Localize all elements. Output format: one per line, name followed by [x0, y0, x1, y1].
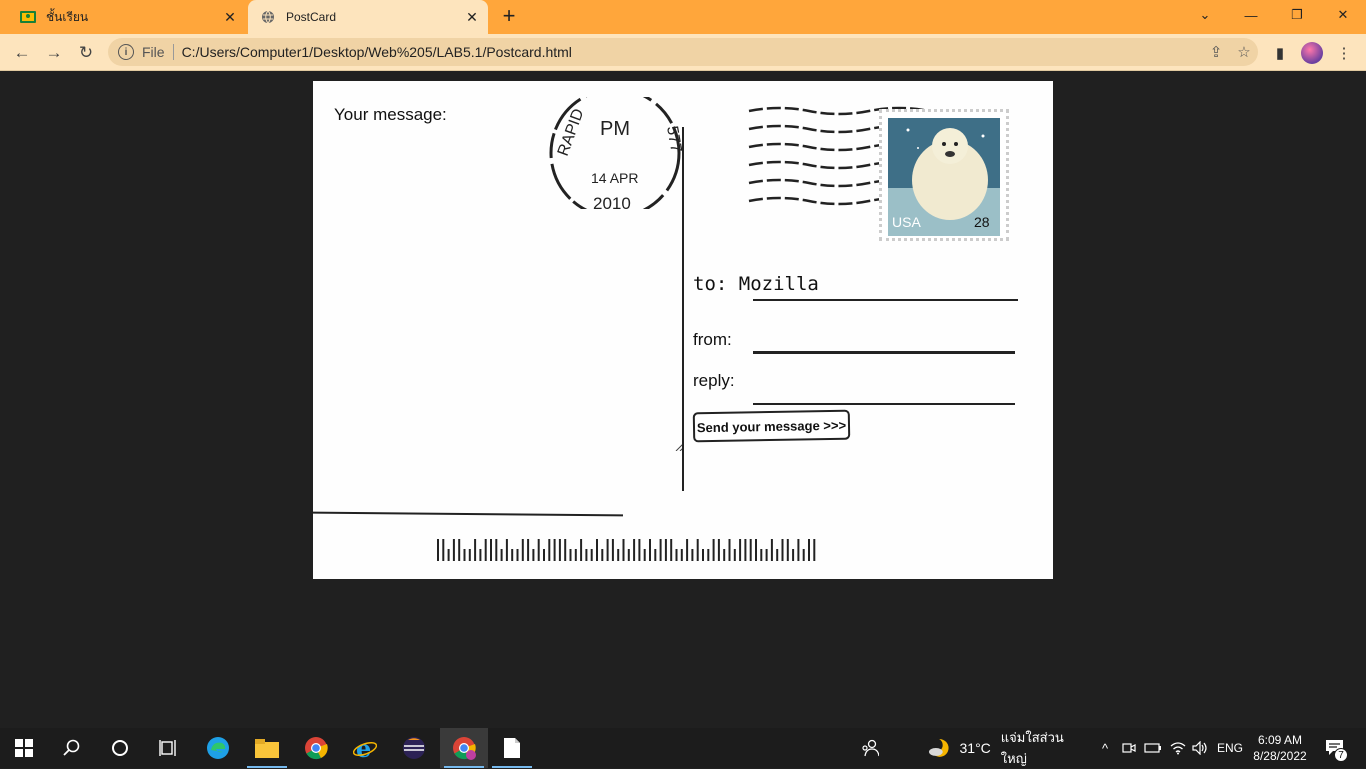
reply-input-line[interactable] — [753, 403, 1015, 405]
folder-icon — [255, 739, 279, 758]
notification-center-button[interactable]: 7 — [1320, 728, 1350, 768]
avatar — [1301, 42, 1323, 64]
barcode-icon — [437, 539, 816, 561]
search-icon — [63, 739, 80, 756]
postcard-divider — [682, 127, 684, 491]
edge-app[interactable] — [194, 728, 242, 768]
to-input-line[interactable] — [753, 299, 1018, 301]
classroom-icon — [20, 9, 36, 25]
start-button[interactable] — [0, 728, 48, 768]
restore-button[interactable]: ❐ — [1274, 0, 1320, 30]
tab-search-icon[interactable]: ⌄ — [1182, 0, 1228, 30]
close-icon[interactable]: ✕ — [462, 7, 482, 27]
stamp-value: 28 — [974, 214, 990, 230]
new-tab-button[interactable]: + — [498, 5, 520, 28]
reload-button[interactable]: ↻ — [72, 39, 100, 67]
browser-toolbar: ← → ↻ i File C:/Users/Computer1/Desktop/… — [0, 34, 1366, 71]
to-field-label: to: Mozilla — [693, 273, 819, 295]
task-view-icon — [159, 740, 176, 756]
message-label: Your message: — [334, 105, 447, 124]
globe-icon — [260, 9, 276, 25]
taskbar: e 31°C แจ่มใสส่วนใหญ่ ^ ENG 6:09 AM 8/28… — [0, 728, 1366, 768]
share-icon[interactable]: ⇪ — [1202, 43, 1230, 61]
address-bar[interactable]: i File C:/Users/Computer1/Desktop/Web%20… — [108, 38, 1258, 66]
internet-explorer-app[interactable]: e — [341, 728, 389, 768]
reply-field-label: reply: — [693, 371, 735, 390]
edge-icon — [207, 737, 229, 759]
internet-explorer-icon: e — [353, 736, 377, 760]
chevron-up-icon[interactable]: ^ — [1096, 728, 1114, 768]
minimize-button[interactable]: — — [1228, 0, 1274, 30]
chrome-icon — [305, 737, 328, 760]
bookmark-star-icon[interactable]: ☆ — [1230, 43, 1258, 61]
tab-classroom[interactable]: ชั้นเรียน ✕ — [8, 0, 246, 34]
cortana-button[interactable] — [96, 728, 144, 768]
back-button[interactable]: ← — [8, 39, 36, 67]
eclipse-app[interactable] — [390, 728, 438, 768]
close-icon[interactable]: ✕ — [220, 7, 240, 27]
separator — [172, 44, 174, 60]
page-viewport: RAPID PM 14 APR 2010 577 USA 28 Your mes… — [0, 71, 1366, 728]
weather-desc: แจ่มใสส่วนใหญ่ — [1000, 730, 1064, 766]
weather-temp: 31°C — [959, 740, 991, 756]
clock-time: 6:09 AM — [1257, 733, 1303, 747]
send-message-button[interactable]: Send your message >>> — [692, 409, 851, 443]
wifi-icon[interactable] — [1168, 728, 1188, 768]
weather-widget[interactable]: 31°C แจ่มใสส่วนใหญ่ — [928, 728, 1088, 768]
info-icon[interactable]: i — [118, 44, 134, 60]
svg-text:e: e — [356, 736, 371, 760]
side-panel-icon[interactable]: ▮ — [1266, 39, 1294, 67]
tab-title: PostCard — [286, 10, 337, 24]
battery-icon[interactable] — [1143, 728, 1163, 768]
forward-button[interactable]: → — [40, 39, 68, 67]
people-icon[interactable] — [856, 728, 884, 768]
notification-count-badge: 7 — [1334, 748, 1348, 762]
security-label: File — [142, 44, 165, 60]
clock[interactable]: 6:09 AM 8/28/2022 — [1250, 728, 1310, 768]
stamp-country: USA — [892, 214, 921, 230]
document-icon — [504, 738, 520, 758]
chrome-icon — [453, 737, 476, 760]
postcard: RAPID PM 14 APR 2010 577 USA 28 Your mes… — [313, 81, 1053, 579]
file-explorer-app[interactable] — [243, 728, 291, 768]
windows-icon — [15, 739, 33, 757]
chrome-profile-app[interactable] — [440, 728, 488, 768]
tab-title: ชั้นเรียน — [46, 9, 89, 24]
meet-now-icon[interactable] — [1120, 728, 1138, 768]
from-field-label: from: — [693, 330, 732, 349]
message-textarea[interactable] — [331, 129, 687, 451]
from-input-line[interactable] — [753, 351, 1015, 354]
stamp: USA 28 — [879, 109, 1009, 241]
url-text[interactable]: C:/Users/Computer1/Desktop/Web%205/LAB5.… — [182, 44, 1202, 60]
close-window-button[interactable]: ✕ — [1320, 0, 1366, 30]
weather-moon-icon — [928, 738, 949, 757]
task-view-button[interactable] — [144, 728, 192, 768]
postcard-bottom-line — [313, 511, 624, 517]
chrome-app[interactable] — [292, 728, 340, 768]
cortana-icon — [112, 740, 128, 756]
title-bar: ชั้นเรียน ✕ PostCard ✕ + ⌄ — ❐ ✕ — [0, 0, 1366, 34]
volume-icon[interactable] — [1190, 728, 1210, 768]
profile-avatar[interactable] — [1298, 39, 1326, 67]
eclipse-icon — [403, 737, 425, 759]
tab-postcard[interactable]: PostCard ✕ — [248, 0, 488, 34]
clock-date: 8/28/2022 — [1253, 749, 1307, 763]
notepad-app[interactable] — [488, 728, 536, 768]
menu-icon[interactable]: ⋮ — [1330, 39, 1358, 67]
search-button[interactable] — [48, 728, 96, 768]
language-indicator[interactable]: ENG — [1214, 728, 1246, 768]
